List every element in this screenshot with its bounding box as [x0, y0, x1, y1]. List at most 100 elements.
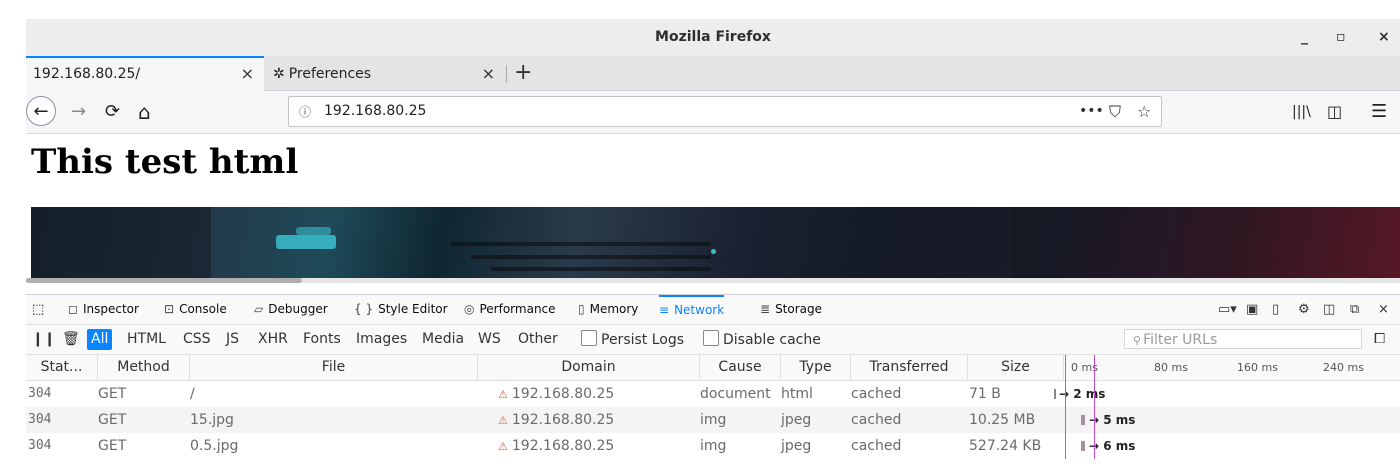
tab-label: Preferences	[288, 66, 372, 82]
devtools-toolbar: ⬚ ◻ Inspector ⊡ Console ▱ Debugger { } Style Ed…	[26, 295, 1400, 325]
status-cell: 304	[28, 386, 52, 401]
table-row[interactable]: 304 GET 15.jpg ⚠ 192.168.80.25 img jpeg cached 1…	[26, 407, 1400, 433]
tab-debugger[interactable]: ▱ Debugger	[254, 295, 328, 324]
tab-performance[interactable]: ◎ Performance	[464, 295, 556, 324]
timeline-label: 160 ms	[1237, 361, 1278, 374]
firefox-window: Mozilla Firefox _ ▫ × 192.168.80.25/ × ✲…	[26, 19, 1400, 471]
filter-css[interactable]: CSS	[179, 329, 215, 350]
domain-text: 192.168.80.25	[511, 438, 615, 454]
dock-side-icon[interactable]: ◫	[1323, 295, 1335, 324]
tool-label: Console	[179, 302, 227, 316]
close-devtools-icon[interactable]: ×	[1378, 295, 1389, 324]
toggle-sidebar-icon[interactable]: ⧠	[1370, 329, 1389, 350]
status-cell: 304	[28, 412, 52, 427]
bookmark-star-icon[interactable]: ☆	[1137, 97, 1151, 126]
memory-icon: ▯	[578, 302, 585, 316]
new-tab-button[interactable]: +	[514, 56, 532, 90]
filter-all[interactable]: All	[87, 329, 113, 350]
sidebar-icon[interactable]: ◫	[1327, 91, 1342, 133]
close-window-button[interactable]: ×	[1378, 19, 1390, 56]
insecure-connection-icon: ⚠	[498, 414, 508, 427]
filter-js[interactable]: JS	[222, 329, 243, 350]
type-cell: jpeg	[781, 438, 812, 454]
tool-label: Debugger	[268, 302, 328, 316]
tab-style-editor[interactable]: { } Style Editor	[354, 295, 448, 324]
separate-window-icon[interactable]: ⧉	[1350, 295, 1359, 324]
filter-media[interactable]: Media	[418, 329, 468, 350]
library-icon[interactable]: |||\	[1292, 91, 1311, 133]
pocket-icon[interactable]: ⛉	[1109, 97, 1121, 126]
maximize-button[interactable]: ▫	[1336, 19, 1346, 56]
column-header-size[interactable]: Size	[968, 355, 1064, 380]
domain-cell: ⚠ 192.168.80.25	[498, 407, 614, 434]
title-bar: Mozilla Firefox _ ▫ ×	[26, 19, 1400, 56]
column-header-cause[interactable]: Cause	[700, 355, 781, 380]
style-editor-icon: { }	[354, 302, 374, 316]
tool-label: Inspector	[82, 302, 139, 316]
filter-placeholder: Filter URLs	[1143, 332, 1218, 348]
tool-label: Storage	[775, 302, 823, 316]
cause-cell: document	[700, 386, 771, 402]
column-header-type[interactable]: Type	[781, 355, 851, 380]
file-cell: 0.5.jpg	[190, 438, 239, 454]
devtools-panel: ⬚ ◻ Inspector ⊡ Console ▱ Debugger { } Style Ed…	[26, 294, 1400, 471]
tab-192-168-80-25[interactable]: 192.168.80.25/ ×	[26, 56, 264, 91]
tab-console[interactable]: ⊡ Console	[164, 295, 227, 324]
tab-memory[interactable]: ▯ Memory	[578, 295, 638, 324]
debugger-icon: ▱	[254, 302, 264, 316]
back-button[interactable]: ←	[26, 96, 56, 126]
tab-close-icon[interactable]: ×	[482, 58, 495, 90]
console-drawer-icon[interactable]: ▣	[1246, 295, 1258, 324]
waterfall-time: → 6 ms	[1089, 439, 1136, 453]
column-header-stat[interactable]: Stat...	[26, 355, 98, 380]
filter-ws[interactable]: WS	[474, 329, 505, 350]
split-console-icon[interactable]: ▭▾	[1218, 295, 1237, 324]
console-icon: ⊡	[164, 302, 175, 316]
tab-network[interactable]: ≡ Network	[659, 295, 725, 324]
performance-icon: ◎	[464, 302, 475, 316]
clear-trash-icon[interactable]: 🗑	[58, 329, 84, 350]
type-cell: html	[781, 386, 813, 402]
tab-close-icon[interactable]: ×	[241, 58, 254, 90]
page-actions-icon[interactable]: •••	[1079, 97, 1104, 126]
reload-button[interactable]: ⟳	[105, 91, 120, 133]
timeline-marker	[1094, 355, 1095, 459]
file-cell: 15.jpg	[190, 412, 234, 428]
tab-preferences[interactable]: ✲ Preferences ×	[265, 58, 505, 90]
filter-fonts[interactable]: Fonts	[299, 329, 345, 350]
gear-icon: ✲	[273, 66, 285, 82]
table-row[interactable]: 304 GET 0.5.jpg ⚠ 192.168.80.25 img jpeg cached…	[26, 433, 1400, 459]
filter-images[interactable]: Images	[352, 329, 411, 350]
menu-icon[interactable]: ☰	[1371, 91, 1387, 133]
pick-element-icon[interactable]: ⬚	[32, 295, 44, 324]
filter-urls-input[interactable]: ⚲ Filter URLs	[1124, 329, 1362, 349]
scrollbar-thumb[interactable]	[26, 278, 302, 283]
filter-other[interactable]: Other	[514, 329, 562, 350]
filter-xhr[interactable]: XHR	[254, 329, 292, 350]
method-cell: GET	[98, 386, 127, 402]
settings-icon[interactable]: ⚙	[1298, 295, 1310, 324]
responsive-icon[interactable]: ▯	[1272, 295, 1279, 324]
navigation-toolbar: ← → ⟳ ⌂ ⓘ 192.168.80.25 ••• ⛉ ☆ |||\ ◫ ☰	[26, 91, 1400, 134]
column-header-domain[interactable]: Domain	[478, 355, 700, 380]
column-header-transferred[interactable]: Transferred	[851, 355, 968, 380]
tab-inspector[interactable]: ◻ Inspector	[68, 295, 139, 324]
storage-icon: ≣	[760, 302, 771, 316]
table-row[interactable]: 304 GET / ⚠ 192.168.80.25 document html cached 7…	[26, 381, 1400, 407]
url-bar[interactable]: ⓘ 192.168.80.25 ••• ⛉ ☆	[288, 96, 1162, 127]
home-button[interactable]: ⌂	[138, 91, 151, 133]
status-cell: 304	[28, 438, 52, 453]
filter-html[interactable]: HTML	[123, 329, 170, 350]
waterfall-bar	[1081, 441, 1085, 451]
forward-button[interactable]: →	[71, 91, 86, 133]
minimize-button[interactable]: _	[1301, 19, 1308, 56]
tool-label: Style Editor	[378, 302, 448, 316]
pause-icon[interactable]: ❙❙	[28, 329, 59, 350]
persist-logs-checkbox[interactable]: Persist Logs	[581, 330, 684, 350]
tab-storage[interactable]: ≣ Storage	[760, 295, 822, 324]
column-header-method[interactable]: Method	[98, 355, 190, 380]
horizontal-scrollbar[interactable]	[26, 278, 1400, 283]
site-info-icon[interactable]: ⓘ	[299, 103, 311, 120]
column-header-file[interactable]: File	[190, 355, 478, 380]
disable-cache-checkbox[interactable]: Disable cache	[703, 330, 821, 350]
